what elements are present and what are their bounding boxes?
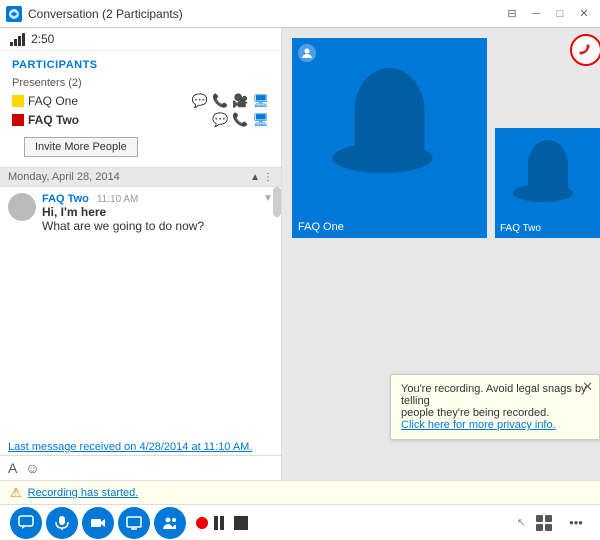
participants-header: PARTICIPANTS (12, 59, 269, 71)
options-icon[interactable]: ⋮ (263, 172, 273, 183)
layout-button[interactable] (530, 509, 558, 537)
participant-name-faqtwo: FAQ Two (28, 113, 208, 127)
minimize-button[interactable]: ─ (526, 4, 546, 24)
more-options-button[interactable]: ••• (562, 509, 590, 537)
participant-row: FAQ One 💬 📞 🎥 🖥 (12, 93, 269, 109)
chat-toolbar-button[interactable] (10, 507, 42, 539)
message-line-2: What are we going to do now? (42, 219, 255, 233)
camera-toolbar-button[interactable] (82, 507, 114, 539)
warning-icon: ⚠ (10, 485, 22, 501)
chat-input-area: A ☺ (0, 455, 281, 480)
chat-icon-faqone[interactable]: 💬 (192, 93, 208, 109)
screen-icon-faqone[interactable]: 🖥 (252, 93, 269, 109)
video-small-tile: FAQ Two (495, 128, 600, 238)
window-title: Conversation (2 Participants) (28, 7, 183, 21)
chat-icon-faqtwo[interactable]: 💬 (212, 112, 228, 128)
chat-messages: FAQ Two 11:10 AM Hi, I'm here What are w… (0, 187, 281, 243)
toolbar-right: ↖ ••• (517, 509, 590, 537)
small-video-name: FAQ Two (500, 223, 541, 234)
titlebar-controls: ⊟ ─ □ ✕ (502, 4, 594, 24)
font-icon[interactable]: A (8, 460, 17, 476)
stop-button[interactable] (234, 516, 248, 530)
left-panel: 2:50 PARTICIPANTS Presenters (2) FAQ One… (0, 28, 282, 480)
privacy-info-link[interactable]: Click here for more privacy info. (401, 419, 589, 431)
bottom-toolbar: ↖ ••• (0, 504, 600, 540)
titlebar-left: Conversation (2 Participants) (6, 6, 183, 22)
maximize-button[interactable]: □ (550, 4, 570, 24)
emoji-icon[interactable]: ☺ (25, 460, 39, 476)
video-main-tile: FAQ One (292, 38, 487, 238)
signal-bar: 2:50 (0, 28, 281, 51)
scroll-bar[interactable]: ▼ (263, 193, 273, 204)
call-icon-faqtwo[interactable]: 📞 (232, 112, 248, 128)
signal-icon (10, 32, 25, 46)
right-panel: FAQ One FAQ Two ✕ You're recording. Avoi… (282, 28, 600, 480)
tile-person-icon (298, 44, 316, 62)
message-meta: FAQ Two 11:10 AM (42, 193, 255, 205)
pin-button[interactable]: ⊟ (502, 4, 522, 24)
record-controls (196, 516, 248, 530)
recording-started-text[interactable]: Recording has started. (28, 487, 139, 499)
mic-toolbar-button[interactable] (46, 507, 78, 539)
participant-icons-faqtwo: 💬 📞 🖥 (212, 112, 269, 128)
presenters-label: Presenters (2) (12, 77, 269, 89)
chat-date-header: Monday, April 28, 2014 ▲ ⋮ (0, 168, 281, 187)
message-content: FAQ Two 11:10 AM Hi, I'm here What are w… (42, 193, 255, 233)
main-layout: 2:50 PARTICIPANTS Presenters (2) FAQ One… (0, 28, 600, 480)
avatar (8, 193, 36, 221)
close-button[interactable]: ✕ (574, 4, 594, 24)
main-avatar (347, 68, 432, 173)
last-message-note[interactable]: Last message received on 4/28/2014 at 11… (0, 439, 281, 455)
chat-area: Monday, April 28, 2014 ▲ ⋮ FAQ Two 11:10… (0, 167, 281, 480)
record-indicator (196, 517, 208, 529)
call-icon-faqone[interactable]: 📞 (212, 93, 228, 109)
message-time: 11:10 AM (97, 194, 139, 205)
chat-messages-wrap: FAQ Two 11:10 AM Hi, I'm here What are w… (0, 187, 281, 439)
notif-line2: people they're being recorded. (401, 407, 589, 419)
participant-name-faqone: FAQ One (28, 94, 188, 108)
recording-notification: ✕ You're recording. Avoid legal snags by… (390, 374, 600, 440)
notification-close-button[interactable]: ✕ (582, 379, 593, 395)
participant-color-faqone (12, 95, 24, 107)
pause-button[interactable] (214, 516, 228, 530)
chat-date: Monday, April 28, 2014 (8, 171, 120, 183)
titlebar: Conversation (2 Participants) ⊟ ─ □ ✕ (0, 0, 600, 28)
scrollbar[interactable] (273, 187, 281, 217)
end-call-button[interactable] (570, 34, 600, 66)
invite-more-people-button[interactable]: Invite More People (24, 137, 138, 157)
chat-input-toolbar: A ☺ (8, 460, 273, 476)
scroll-up-icon[interactable]: ▲ (250, 172, 260, 183)
small-avatar (523, 140, 573, 202)
participant-icons-faqone: 💬 📞 🎥 🖥 (192, 93, 269, 109)
cursor-indicator: ↖ (517, 516, 526, 529)
main-video-name: FAQ One (298, 221, 344, 233)
screen-icon-faqtwo[interactable]: 🖥 (252, 112, 269, 128)
people-toolbar-button[interactable] (154, 507, 186, 539)
participant-color-faqtwo (12, 114, 24, 126)
app-icon (6, 6, 22, 22)
participant-row: FAQ Two 💬 📞 🖥 (12, 112, 269, 128)
recording-bar: ⚠ Recording has started. (0, 480, 600, 504)
video-icon-faqone[interactable]: 🎥 (232, 93, 248, 109)
notif-line1: You're recording. Avoid legal snags by t… (401, 383, 589, 407)
call-time: 2:50 (31, 32, 54, 46)
chat-message: FAQ Two 11:10 AM Hi, I'm here What are w… (8, 193, 273, 233)
message-sender: FAQ Two (42, 193, 89, 205)
participants-section: PARTICIPANTS Presenters (2) FAQ One 💬 📞 … (0, 51, 281, 167)
screen-toolbar-button[interactable] (118, 507, 150, 539)
message-line-1: Hi, I'm here (42, 205, 255, 219)
